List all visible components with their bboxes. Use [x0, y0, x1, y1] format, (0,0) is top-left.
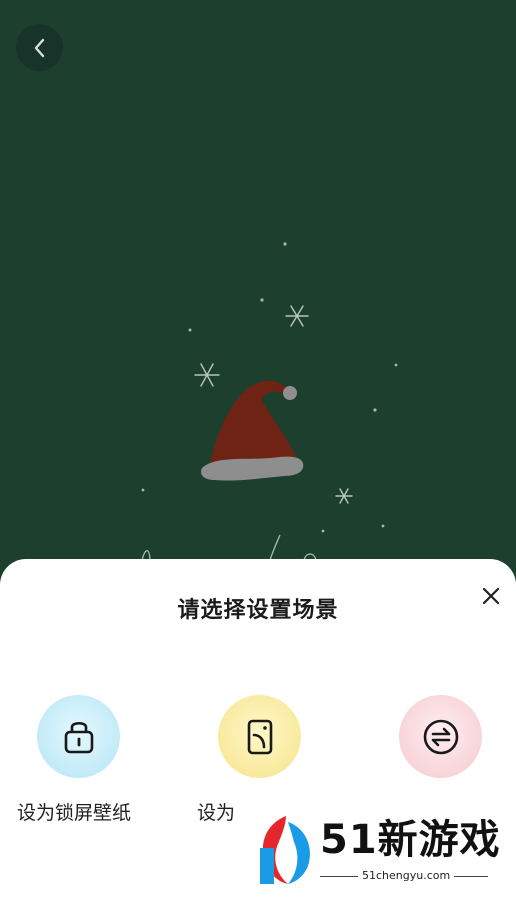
back-button[interactable] — [16, 24, 63, 71]
set-lockscreen-button[interactable] — [37, 695, 120, 778]
watermark-divider — [320, 876, 358, 877]
sheet-title: 请选择设置场景 — [177, 598, 339, 623]
watermark-brand: 51新游戏 — [320, 817, 501, 863]
chevron-left-icon — [34, 38, 44, 57]
lock-icon — [64, 721, 93, 753]
set-both-button[interactable] — [399, 695, 482, 778]
close-button[interactable] — [478, 583, 504, 609]
set-desktop-button[interactable] — [218, 695, 301, 778]
watermark-divider — [454, 876, 488, 877]
set-lockscreen-label: 设为锁屏壁纸 — [17, 802, 132, 824]
close-icon — [482, 587, 500, 605]
set-desktop-label: 设为 — [197, 802, 236, 824]
watermark-url: 51chengyu.com — [362, 869, 451, 882]
swap-icon — [423, 719, 458, 754]
phone-screen-icon — [247, 719, 272, 754]
brand-logo-icon — [260, 816, 310, 884]
watermark: 51新游戏 51chengyu.com — [258, 812, 501, 888]
